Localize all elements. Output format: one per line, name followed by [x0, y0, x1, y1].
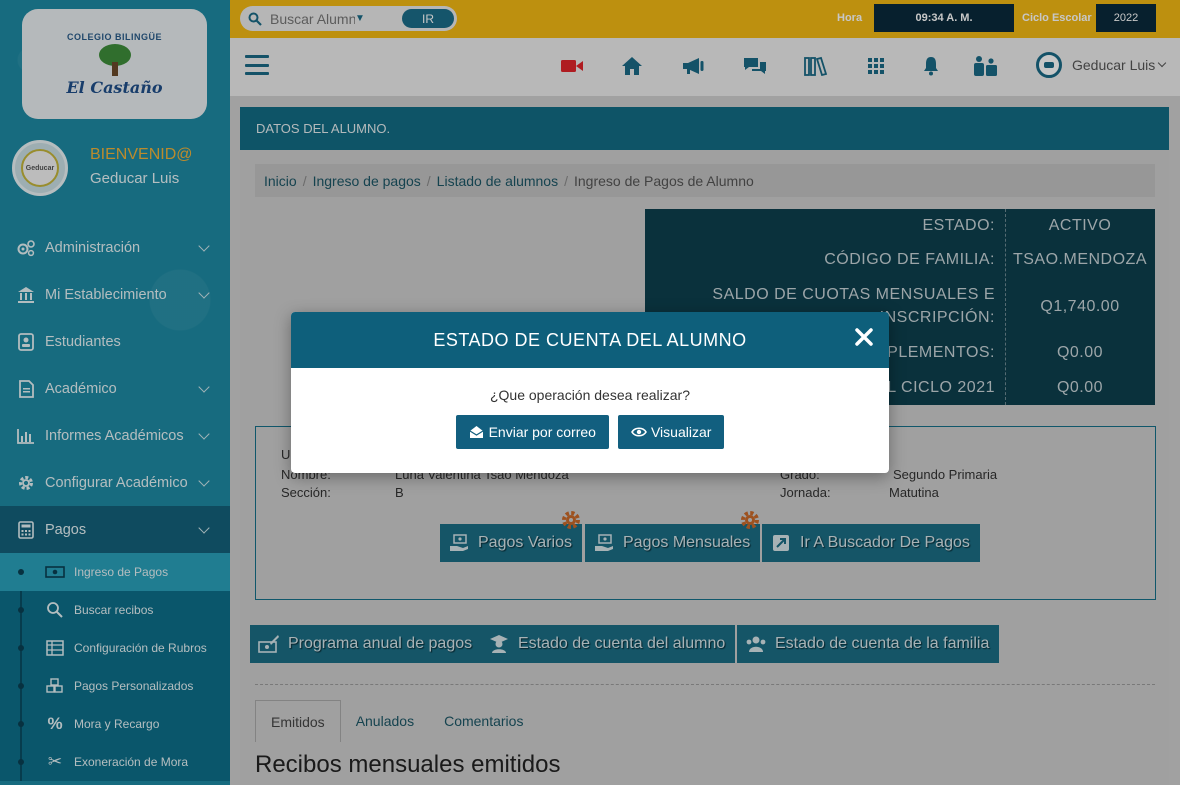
modal-actions: Enviar por correo Visualizar — [291, 415, 889, 449]
close-icon[interactable] — [853, 326, 875, 348]
envelope-open-icon — [469, 425, 485, 439]
estado-cuenta-modal: ESTADO DE CUENTA DEL ALUMNO ¿Que operaci… — [291, 312, 889, 473]
send-email-label: Enviar por correo — [488, 424, 596, 440]
view-button[interactable]: Visualizar — [617, 415, 725, 449]
send-email-button[interactable]: Enviar por correo — [455, 415, 609, 449]
modal-header: ESTADO DE CUENTA DEL ALUMNO — [291, 312, 889, 368]
modal-question: ¿Que operación desea realizar? — [489, 387, 690, 403]
modal-title: ESTADO DE CUENTA DEL ALUMNO — [433, 329, 747, 350]
eye-icon — [631, 425, 647, 439]
view-label: Visualizar — [650, 424, 712, 440]
